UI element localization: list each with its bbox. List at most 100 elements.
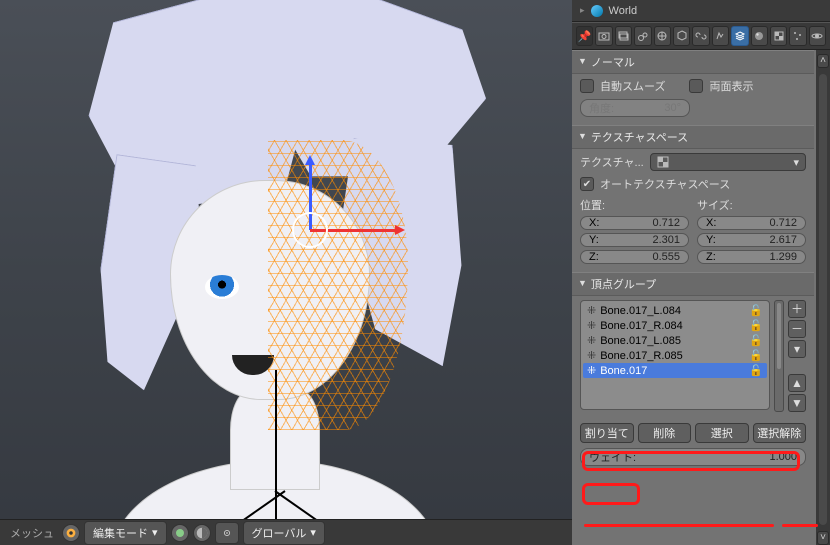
display-mode-button[interactable] [171, 524, 189, 542]
location-label: 位置: [580, 197, 689, 213]
size-z-field[interactable]: Z:1.299 [697, 250, 806, 264]
properties-tab-bar: 📌 [572, 22, 830, 50]
panel-header-normals[interactable]: ▼ ノーマル [572, 50, 814, 74]
panel-normals: ▼ ノーマル 自動スムーズ 両面表示 角度: 30° [572, 50, 814, 125]
auto-smooth-checkbox[interactable] [580, 79, 594, 93]
tab-world[interactable] [654, 26, 671, 46]
tab-render-layers[interactable] [615, 26, 632, 46]
angle-label: 角度: [589, 100, 614, 116]
vgroup-specials-button[interactable]: ▾ [788, 340, 806, 358]
lock-icon[interactable]: 🔓 [749, 304, 763, 317]
tab-object[interactable] [673, 26, 690, 46]
panel-vertex-groups: ▼ 頂点グループ ⁜ Bone.017_L.084 🔓 ⁜ Bone.017_R… [572, 272, 814, 474]
shading-mode-button[interactable] [193, 524, 211, 542]
loc-y-field[interactable]: Y:2.301 [580, 233, 689, 247]
panel-title: 頂点グループ [591, 276, 656, 292]
lock-icon[interactable]: 🔓 [749, 334, 763, 347]
chevron-down-icon: ▾ [310, 526, 316, 539]
pin-icon[interactable]: 📌 [576, 26, 593, 46]
vgroup-icon: ⁜ [587, 364, 596, 377]
pivot-dropdown[interactable] [215, 522, 239, 544]
double-sided-checkbox[interactable] [689, 79, 703, 93]
panel-title: テクスチャスペース [591, 129, 688, 145]
orientation-label: グローバル [252, 525, 307, 541]
texture-icon [657, 156, 669, 168]
vertex-group-item[interactable]: ⁜ Bone.017_L.085 🔓 [583, 333, 767, 348]
panel-header-texspace[interactable]: ▼ テクスチャスペース [572, 125, 814, 149]
weight-field[interactable]: ウェイト: 1.000 [580, 448, 806, 466]
collapse-icon: ▼ [578, 131, 587, 141]
vertex-group-item[interactable]: ⁜ Bone.017_R.084 🔓 [583, 318, 767, 333]
chevron-down-icon: ▾ [152, 526, 158, 539]
mode-label: 編集モード [93, 525, 148, 541]
orientation-dropdown[interactable]: グローバル ▾ [243, 521, 325, 545]
texture-label: テクスチャ... [580, 154, 644, 170]
vgroup-icon: ⁜ [587, 349, 596, 362]
auto-texspace-checkbox[interactable] [580, 177, 594, 191]
panel-texture-space: ▼ テクスチャスペース テクスチャ... ▾ オートテクスチャスペース [572, 125, 814, 272]
add-vgroup-button[interactable]: ＋ [788, 300, 806, 318]
panel-header-vgroups[interactable]: ▼ 頂点グループ [572, 272, 814, 296]
outliner-row[interactable]: ▸ World [572, 0, 830, 22]
tab-physics[interactable] [809, 26, 826, 46]
tab-texture[interactable] [770, 26, 787, 46]
properties-panel: ▸ World 📌 [572, 0, 830, 545]
scroll-down-button[interactable]: ˅ [817, 531, 829, 545]
list-scrollbar[interactable] [774, 300, 784, 412]
viewport-3d[interactable]: メッシュ 編集モード ▾ グローバル ▾ [0, 0, 572, 545]
assign-button[interactable]: 割り当て [580, 423, 634, 443]
size-label: サイズ: [697, 197, 806, 213]
angle-value: 30° [664, 102, 681, 114]
world-icon [591, 5, 603, 17]
remove-button[interactable]: 削除 [638, 423, 692, 443]
model-canvas [0, 0, 572, 519]
weight-value: 1.000 [769, 451, 797, 463]
auto-smooth-label: 自動スムーズ [600, 78, 665, 94]
collapse-icon: ▼ [578, 56, 587, 66]
lock-icon[interactable]: 🔓 [749, 349, 763, 362]
weight-label: ウェイト: [589, 449, 636, 465]
outliner-item-label: World [609, 5, 638, 17]
model-eye-left [205, 275, 239, 299]
tab-modifiers[interactable] [712, 26, 729, 46]
loc-x-field[interactable]: X:0.712 [580, 216, 689, 230]
tab-particles[interactable] [789, 26, 806, 46]
vertex-group-list[interactable]: ⁜ Bone.017_L.084 🔓 ⁜ Bone.017_R.084 🔓 ⁜ … [580, 300, 770, 410]
expand-icon[interactable]: ▸ [580, 5, 585, 16]
scroll-up-button[interactable]: ˄ [817, 54, 829, 68]
size-x-field[interactable]: X:0.712 [697, 216, 806, 230]
scrollbar[interactable] [819, 74, 827, 525]
mode-dropdown[interactable]: 編集モード ▾ [84, 521, 167, 545]
vertex-group-item-active[interactable]: ⁜ Bone.017 🔓 [583, 363, 767, 378]
texture-dropdown[interactable]: ▾ [650, 153, 806, 171]
double-sided-label: 両面表示 [709, 78, 753, 94]
panel-title: ノーマル [591, 54, 635, 70]
tab-render[interactable] [595, 26, 612, 46]
tab-constraints[interactable] [692, 26, 709, 46]
deselect-button[interactable]: 選択解除 [753, 423, 807, 443]
angle-field: 角度: 30° [580, 99, 690, 117]
remove-vgroup-button[interactable]: － [788, 320, 806, 338]
gizmo-origin[interactable] [292, 212, 328, 248]
auto-texspace-label: オートテクスチャスペース [600, 176, 730, 192]
vgroup-move-up-button[interactable]: ▲ [788, 374, 806, 392]
size-y-field[interactable]: Y:2.617 [697, 233, 806, 247]
vertex-group-item[interactable]: ⁜ Bone.017_R.085 🔓 [583, 348, 767, 363]
tab-object-data[interactable] [731, 26, 748, 46]
collapse-icon: ▼ [578, 278, 587, 288]
vgroup-icon: ⁜ [587, 334, 596, 347]
vgroup-icon: ⁜ [587, 319, 596, 332]
viewport-header: メッシュ 編集モード ▾ グローバル ▾ [0, 519, 572, 545]
mode-icon[interactable] [62, 524, 80, 542]
loc-z-field[interactable]: Z:0.555 [580, 250, 689, 264]
lock-icon[interactable]: 🔓 [749, 364, 763, 377]
vgroup-icon: ⁜ [587, 304, 596, 317]
select-button[interactable]: 選択 [695, 423, 749, 443]
annotation-underline [782, 524, 818, 527]
vgroup-move-down-button[interactable]: ▼ [788, 394, 806, 412]
lock-icon[interactable]: 🔓 [749, 319, 763, 332]
tab-material[interactable] [751, 26, 768, 46]
vertex-group-item[interactable]: ⁜ Bone.017_L.084 🔓 [583, 303, 767, 318]
mesh-menu[interactable]: メッシュ [6, 525, 58, 541]
tab-scene[interactable] [634, 26, 651, 46]
